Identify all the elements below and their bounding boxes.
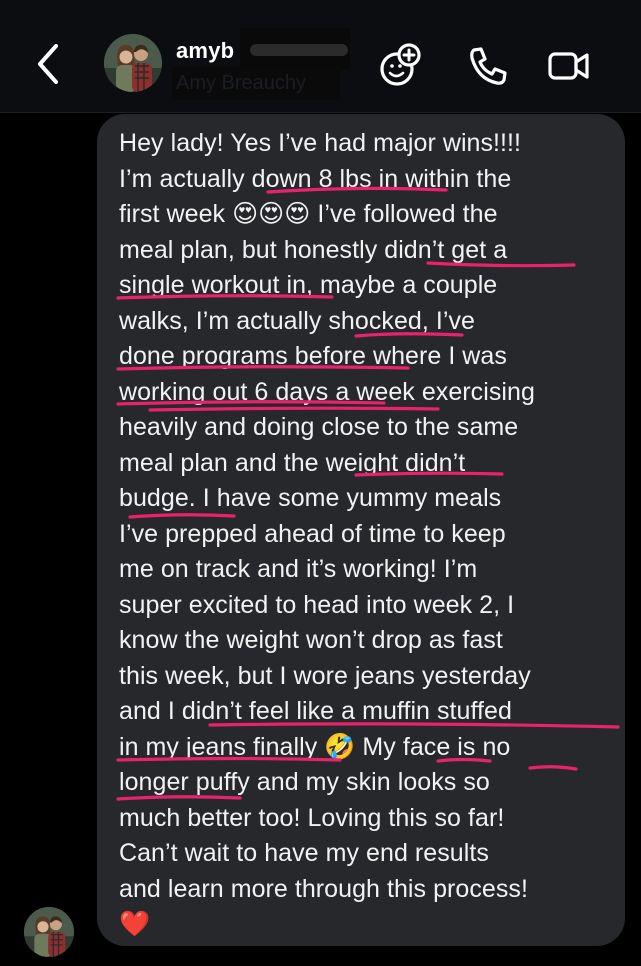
- avatar-photo: [104, 34, 162, 92]
- phone-icon: [470, 47, 507, 85]
- message-line: working out 6 days a week exercising: [119, 378, 535, 406]
- message-line: I’m actually down 8 lbs in within the: [119, 165, 512, 193]
- message-line: meal plan, but honestly didn’t get a: [119, 236, 508, 264]
- username-row: amyb: [176, 28, 356, 70]
- sparkle-face-icon: [380, 43, 421, 86]
- contact-full-name: Amy Breauchy: [176, 72, 307, 94]
- chat-screen: amyb Amy Breauchy Hey lady! Yes I’ve had…: [0, 0, 641, 966]
- redaction-scribble: [250, 44, 348, 56]
- message-thread[interactable]: Hey lady! Yes I’ve had major wins!!!! I’…: [0, 113, 641, 966]
- message-line: longer puffy and my skin looks so: [119, 768, 490, 796]
- video-call-button[interactable]: [544, 42, 592, 90]
- contact-avatar[interactable]: [104, 34, 162, 92]
- effects-button[interactable]: [376, 42, 424, 90]
- contact-info[interactable]: amyb Amy Breauchy: [172, 28, 356, 100]
- chat-header: amyb Amy Breauchy: [0, 0, 641, 113]
- chevron-left-icon: [38, 44, 58, 84]
- message-line: heavily and doing close to the same: [119, 413, 519, 441]
- sender-avatar[interactable]: [24, 907, 74, 957]
- message-line: I’ve prepped ahead of time to keep: [119, 520, 506, 548]
- contact-username: amyb: [176, 38, 235, 63]
- message-line: and learn more through this process!: [119, 875, 528, 903]
- message-line: Can’t wait to have my end results: [119, 839, 489, 867]
- video-camera-icon: [548, 52, 589, 80]
- message-line: single workout in, maybe a couple: [119, 271, 498, 299]
- message-line: me on track and it’s working! I’m: [119, 555, 478, 583]
- message-line: much better too! Loving this so far!: [119, 804, 505, 832]
- message-bubble[interactable]: Hey lady! Yes I’ve had major wins!!!! I’…: [97, 114, 625, 946]
- message-line: first week 😍😍😍 I’ve followed the: [119, 200, 498, 228]
- message-line: meal plan and the weight didn’t: [119, 449, 466, 477]
- message-line: this week, but I wore jeans yesterday: [119, 662, 531, 690]
- message-line: done programs before where I was: [119, 342, 507, 370]
- message-line: in my jeans finally 🤣 My face is no: [119, 733, 511, 761]
- back-button[interactable]: [30, 40, 74, 88]
- message-line: Hey lady! Yes I’ve had major wins!!!!: [119, 129, 522, 157]
- avatar-photo: [24, 907, 74, 957]
- message-line: super excited to head into week 2, I: [119, 591, 515, 619]
- message-line: walks, I’m actually shocked, I’ve: [119, 307, 475, 335]
- message-line: and I didn’t feel like a muffin stuffed: [119, 697, 512, 725]
- message-line: budge. I have some yummy meals: [119, 484, 502, 512]
- heart-emoji: ❤️: [119, 910, 151, 938]
- message-line: know the weight won’t drop as fast: [119, 626, 503, 654]
- audio-call-button[interactable]: [464, 42, 512, 90]
- redaction-block-name: Amy Breauchy: [172, 66, 340, 100]
